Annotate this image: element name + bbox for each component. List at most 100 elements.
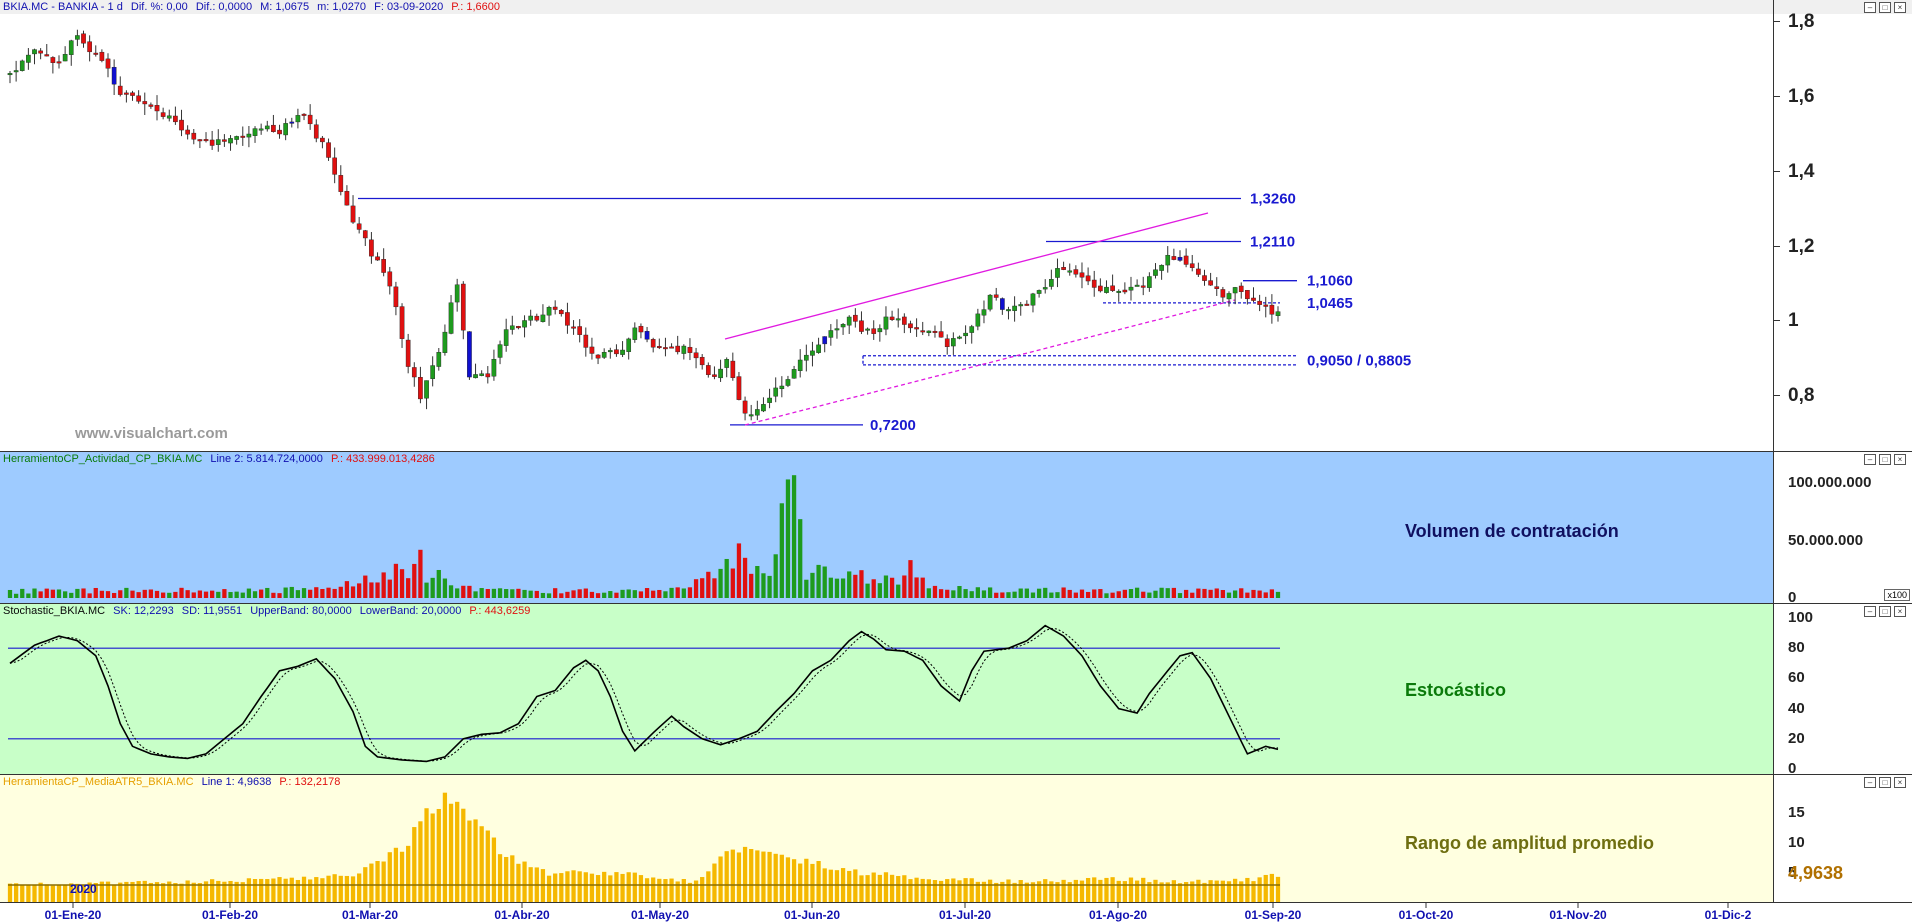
volume-bar [693,579,699,598]
candle-body [62,54,68,62]
close-icon[interactable]: × [1894,2,1906,13]
volume-bar [350,586,356,598]
volume-window-controls: – □ × [1864,454,1906,465]
volume-bar [834,578,840,598]
atr-bar [161,883,166,902]
restore-icon[interactable]: □ [1879,454,1891,465]
atr-bar [663,879,668,902]
volume-bar [700,578,705,598]
volume-bar [749,573,754,598]
y-tick-label: 0,8 [1788,384,1815,406]
volume-bar [81,588,86,598]
atr-bar [393,847,399,902]
y-tick-label: 100.000.000 [1788,474,1872,492]
atr-bar [516,863,521,902]
minimize-icon[interactable]: – [1864,777,1876,788]
symbol-label: BKIA.MC - BANKIA - 1 d [3,1,123,13]
close-icon[interactable]: × [1894,454,1906,465]
atr-bar [571,870,576,902]
atr-bar [896,875,901,902]
candle-body [595,354,601,359]
price-chart[interactable]: www.visualchart.com 1,3260 1,2110 1,1060 1,0… [0,0,1774,451]
volume-bar [1165,588,1170,598]
candle-body [1116,290,1122,293]
date-label: F: 03-09-2020 [374,1,444,13]
atr-bar [369,863,374,902]
x-tick-label: 01-Ene-20 [45,908,102,922]
stoch-chart[interactable] [0,604,1774,774]
atr-bar [1245,877,1250,902]
candle-body [926,330,932,333]
candle-body [650,339,656,348]
atr-bar [681,879,686,902]
volume-bar [779,503,784,598]
volume-bar [75,588,80,598]
candle-body [320,137,325,143]
stoch-window-controls: – □ × [1864,606,1906,617]
atr-bar [791,859,797,902]
candle-body [516,326,521,329]
volume-header: HerramientoCP_Actividad_CP_BKIA.MC Line … [3,452,440,466]
volume-bar [259,589,264,598]
volume-bar [32,588,37,598]
volume-bar [375,582,380,598]
volume-bar [1079,589,1085,598]
atr-bar [951,878,956,902]
volume-bar [785,479,791,598]
atr-bar [142,880,147,902]
atr-bar [1220,880,1226,902]
atr-bar [577,871,582,902]
close-icon[interactable]: × [1894,777,1906,788]
candle-body [834,328,840,331]
candle-body [681,345,687,354]
candle-body [479,373,485,376]
atr-bar [50,885,56,902]
atr-bar [1128,877,1134,902]
volume-bar [283,587,288,598]
volume-bar [669,587,674,598]
volume-bar [614,592,619,598]
atr-bar [13,883,19,902]
restore-icon[interactable]: □ [1879,606,1891,617]
candle-body [332,157,337,175]
candle-body [1073,269,1079,275]
y-tick-mark [1774,96,1780,98]
atr-line-value: Line 1: 4,9638 [201,776,272,788]
volume-bar [1183,589,1189,598]
candle-body [724,359,730,368]
atr-bar [1073,879,1078,902]
candle-body [614,349,619,355]
candle-body [87,41,92,53]
atr-bar [136,881,141,902]
volume-bar [920,577,925,598]
atr-bar [565,871,570,902]
minimize-icon[interactable]: – [1864,454,1876,465]
atr-bar [1275,876,1281,902]
atr-bar [1092,877,1097,902]
volume-bar [406,578,411,598]
close-icon[interactable]: × [1894,606,1906,617]
restore-icon[interactable]: □ [1879,777,1891,788]
candle-body [1275,311,1281,316]
candle-body [951,338,956,347]
volume-bar [1073,592,1078,598]
volume-bar [344,581,350,598]
restore-icon[interactable]: □ [1879,2,1891,13]
candle-body [663,347,668,350]
minimize-icon[interactable]: – [1864,606,1876,617]
volume-bar [914,577,919,598]
volume-bar [504,589,509,598]
volume-bar [1110,592,1115,598]
volume-bar [216,591,221,598]
volume-bar [265,587,270,598]
candle-body [852,314,858,322]
candle-body [228,138,233,144]
candle-body [1159,264,1164,271]
x-tick-label: 01-Feb-20 [202,908,258,922]
y-tick-label: 50.000.000 [1788,531,1864,549]
volume-bar [485,589,490,598]
candle-body [803,354,809,361]
volume-indicator-name: HerramientoCP_Actividad_CP_BKIA.MC [3,453,203,465]
atr-bar [638,875,644,902]
minimize-icon[interactable]: – [1864,2,1876,13]
